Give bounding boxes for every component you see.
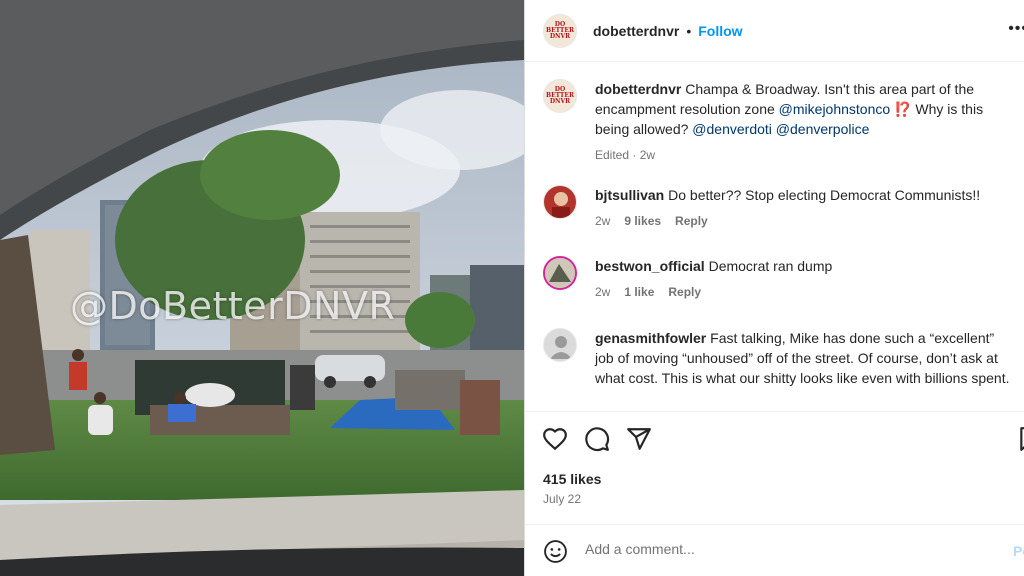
paper-plane-icon[interactable] bbox=[626, 426, 652, 452]
instagram-post-view: @DoBetterDNVR DO BETTER DNVR dobetterdnv… bbox=[0, 0, 1024, 576]
comment-body: bestwon_official Democrat ran dump 2w 1 … bbox=[595, 256, 1013, 302]
post-caption: DO BETTER DNVR dobetterdnvr Champa & Bro… bbox=[543, 79, 1013, 165]
bookmark-icon[interactable] bbox=[1017, 426, 1024, 452]
comment-text: Democrat ran dump bbox=[708, 258, 833, 274]
post-photo[interactable]: @DoBetterDNVR bbox=[0, 0, 524, 576]
default-user-icon bbox=[550, 336, 572, 359]
comments-list[interactable]: DO BETTER DNVR dobetterdnvr Champa & Bro… bbox=[525, 63, 1024, 410]
comment-avatar-default[interactable] bbox=[543, 328, 577, 362]
post-sidebar: DO BETTER DNVR dobetterdnvr • Follow •••… bbox=[524, 0, 1024, 576]
comment-item: genasmithfowler Fast talking, Mike has d… bbox=[543, 328, 1013, 388]
reply-button[interactable]: Reply bbox=[675, 211, 708, 231]
comment-meta: 2w 9 likes Reply bbox=[595, 211, 1013, 231]
more-horizontal-icon[interactable]: ••• bbox=[1008, 20, 1024, 38]
comment-item: bjtsullivan Do better?? Stop electing De… bbox=[543, 185, 1013, 231]
likes-count[interactable]: 415 likes bbox=[543, 471, 601, 487]
interrobang-emoji: ⁉️ bbox=[894, 101, 912, 117]
follow-button[interactable]: Follow bbox=[698, 23, 742, 39]
smiley-icon[interactable] bbox=[543, 539, 568, 564]
comment-likes[interactable]: 1 like bbox=[624, 282, 654, 302]
mention-denverdoti[interactable]: @denverdoti bbox=[692, 121, 772, 137]
caption-edited-time: Edited · 2w bbox=[595, 148, 656, 162]
comment-avatar[interactable] bbox=[543, 185, 577, 219]
avatar[interactable]: DO BETTER DNVR bbox=[543, 13, 577, 48]
action-bar bbox=[525, 411, 1024, 456]
heart-icon[interactable] bbox=[542, 426, 568, 452]
post-date: July 22 bbox=[543, 492, 582, 506]
comment-body: bjtsullivan Do better?? Stop electing De… bbox=[595, 185, 1013, 231]
caption-username[interactable]: dobetterdnvr bbox=[595, 81, 681, 97]
comment-meta: 2w 1 like Reply bbox=[595, 282, 1013, 302]
avatar-photo bbox=[545, 258, 575, 288]
comment-input[interactable] bbox=[585, 541, 945, 557]
comment-time: 2w bbox=[595, 214, 611, 228]
avatar-text-3: DNVR bbox=[549, 32, 571, 40]
comment-likes[interactable]: 9 likes bbox=[624, 211, 661, 231]
comment-bubble-icon[interactable] bbox=[584, 426, 610, 452]
reply-button[interactable]: Reply bbox=[668, 282, 701, 302]
comment-item: bestwon_official Democrat ran dump 2w 1 … bbox=[543, 256, 1013, 302]
comment-time: 2w bbox=[595, 285, 611, 299]
post-header: DO BETTER DNVR dobetterdnvr • Follow ••• bbox=[525, 0, 1024, 62]
comment-text: Do better?? Stop electing Democrat Commu… bbox=[668, 187, 981, 203]
avatar-photo bbox=[552, 192, 570, 218]
header-separator: • bbox=[686, 22, 692, 39]
caption-meta: Edited · 2w bbox=[595, 145, 1013, 165]
add-comment-bar: Post bbox=[525, 524, 1024, 576]
mention-mikejohnstonco[interactable]: @mikejohnstonco bbox=[779, 101, 891, 117]
caption-body: dobetterdnvr Champa & Broadway. Isn't th… bbox=[595, 79, 1013, 165]
comment-username[interactable]: genasmithfowler bbox=[595, 330, 706, 346]
header-username[interactable]: dobetterdnvr bbox=[593, 23, 679, 39]
comment-avatar-story-ring[interactable] bbox=[543, 256, 577, 290]
comment-username[interactable]: bjtsullivan bbox=[595, 187, 664, 203]
post-button[interactable]: Post bbox=[1013, 543, 1024, 559]
caption-avatar[interactable]: DO BETTER DNVR bbox=[543, 79, 577, 113]
mention-denverpolice[interactable]: @denverpolice bbox=[776, 121, 870, 137]
caption-avatar-text-3: DNVR bbox=[549, 98, 571, 105]
comment-body: genasmithfowler Fast talking, Mike has d… bbox=[595, 328, 1013, 388]
comment-username[interactable]: bestwon_official bbox=[595, 258, 705, 274]
photo-watermark: @DoBetterDNVR bbox=[70, 284, 396, 328]
